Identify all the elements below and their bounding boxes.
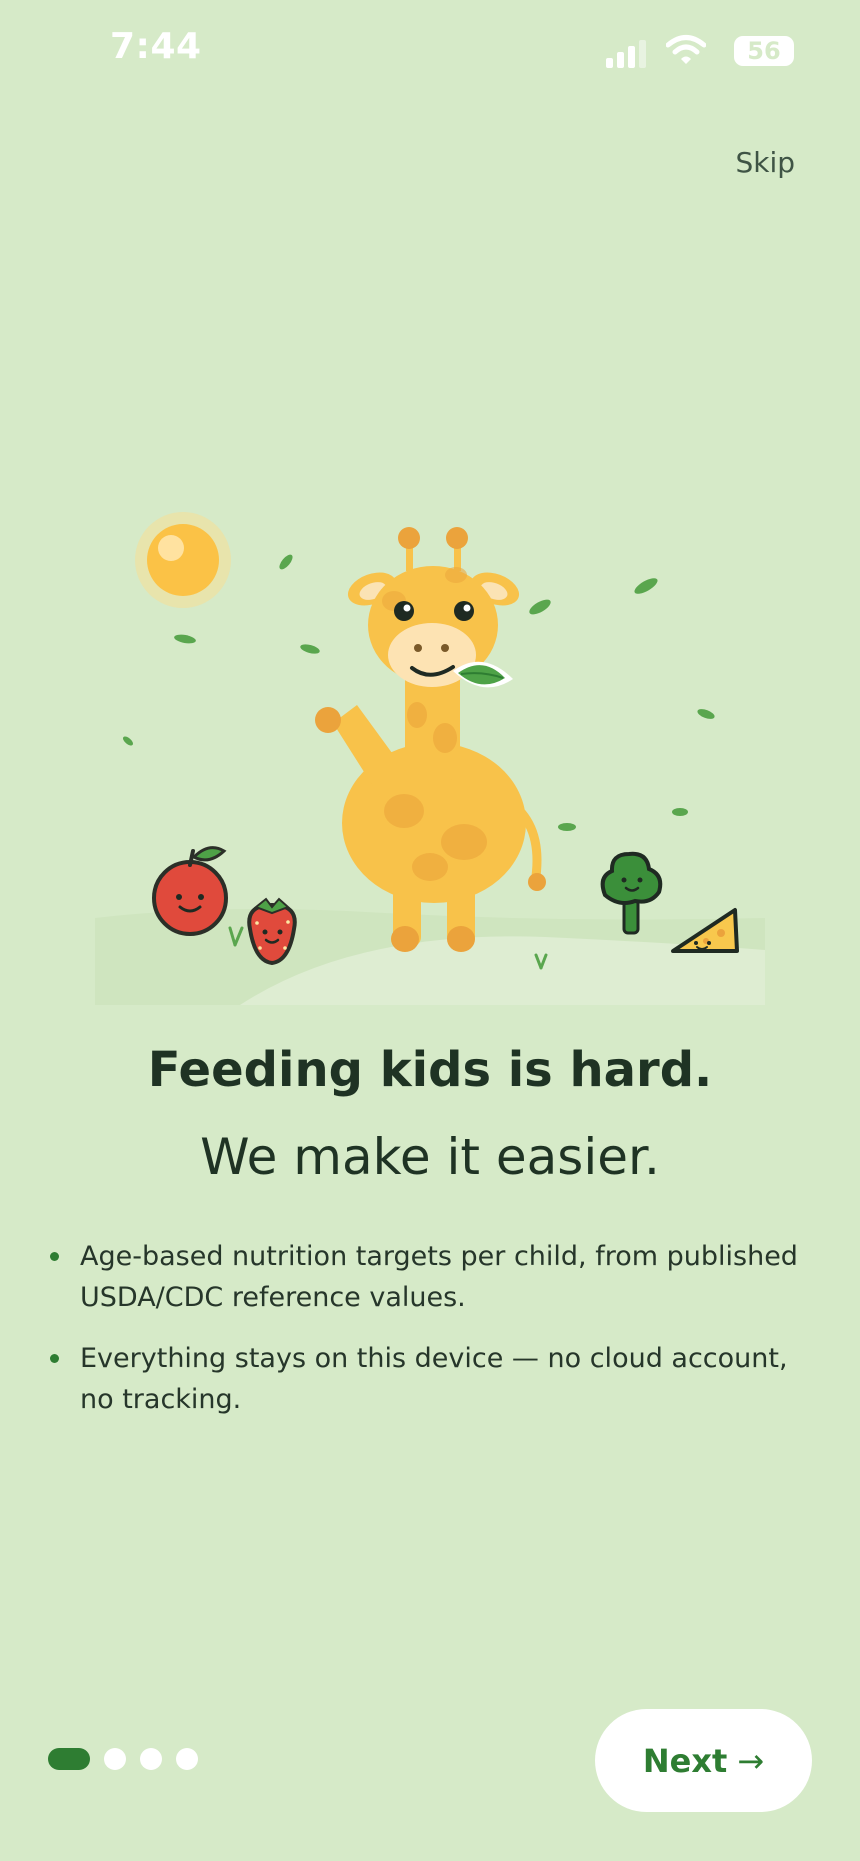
status-icons: 56 [554, 32, 794, 72]
status-time: 7:44 [110, 26, 202, 67]
sun-icon [135, 512, 231, 608]
status-bar: 7:44 56 [0, 0, 860, 100]
list-item-text: Everything stays on this device — no clo… [80, 1343, 788, 1415]
bullet-icon [50, 1354, 59, 1363]
headline: Feeding kids is hard. [147, 1042, 713, 1098]
signal-icon [606, 40, 646, 68]
battery-icon: 56 [734, 36, 794, 66]
onboarding-illustration [95, 512, 765, 1005]
page-dot [140, 1748, 162, 1770]
feature-list: Age-based nutrition targets per child, f… [48, 1236, 818, 1440]
list-item: Age-based nutrition targets per child, f… [48, 1236, 818, 1318]
page-dot [104, 1748, 126, 1770]
list-item: Everything stays on this device — no clo… [48, 1338, 818, 1420]
arrow-right-icon: → [737, 1741, 765, 1780]
wifi-icon [666, 35, 706, 64]
apple-icon [152, 846, 228, 936]
bullet-icon [50, 1252, 59, 1261]
next-button-label: Next [642, 1741, 728, 1780]
page-dot [176, 1748, 198, 1770]
giraffe-icon [315, 527, 546, 952]
strawberry-icon [247, 897, 297, 966]
skip-button[interactable]: Skip [735, 146, 795, 179]
next-button[interactable]: Next → [595, 1709, 812, 1812]
list-item-text: Age-based nutrition targets per child, f… [80, 1241, 798, 1313]
page-dot-active [48, 1748, 90, 1770]
subheadline: We make it easier. [200, 1128, 660, 1186]
